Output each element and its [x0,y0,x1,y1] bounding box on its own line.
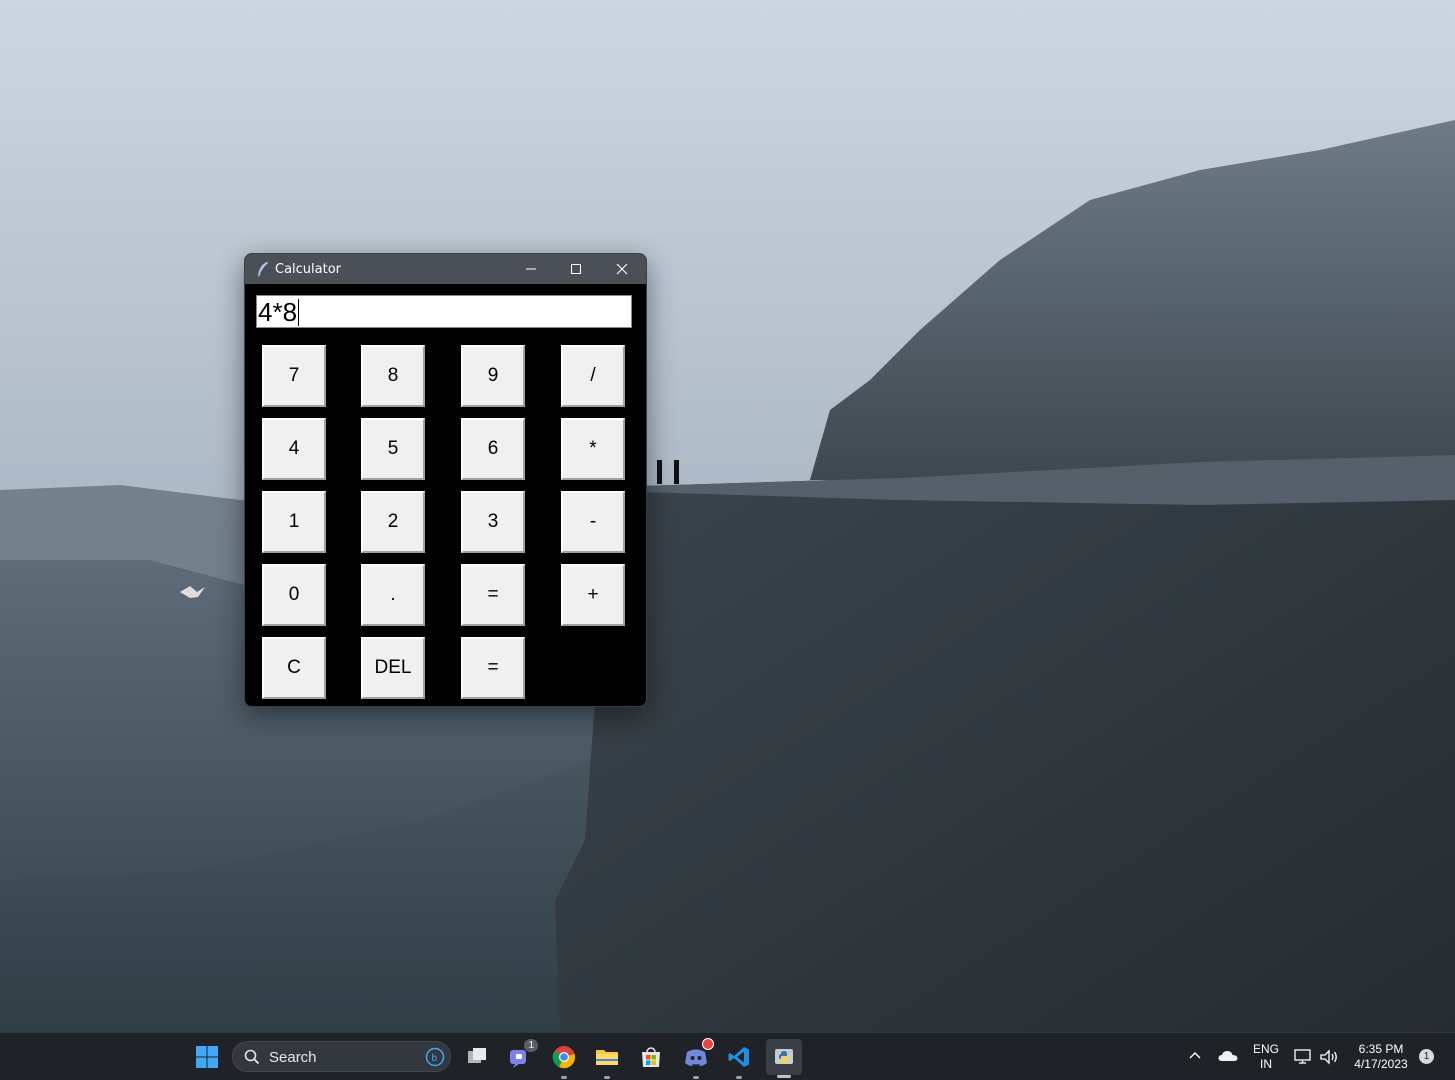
calculator-window: Calculator 4*8 7 8 9 / 4 5 6 * 1 2 3- 0. = + C DEL = [244,253,647,707]
taskbar-search-box[interactable]: Search b [232,1041,451,1072]
search-placeholder: Search [269,1049,317,1066]
key-button[interactable]: * [561,418,625,480]
onedrive-button[interactable] [1217,1047,1239,1065]
folder-icon [596,1050,618,1065]
running-indicator [604,1076,610,1079]
windows-logo-icon [196,1046,218,1068]
desktop: Calculator 4*8 7 8 9/4 5 6 * 1 2 3-0. = + C DEL = [0,0,1455,1080]
discord-notification-dot [702,1038,714,1050]
running-indicator [736,1076,742,1079]
chrome-icon [552,1046,575,1069]
key-button[interactable]: 1 [262,491,326,553]
key-button[interactable]: 0 [262,564,326,626]
show-hidden-icons-button[interactable] [1186,1047,1204,1065]
close-icon [616,263,628,275]
clock[interactable]: 6:35 PM 4/17/2023 [1349,1042,1413,1072]
cloud-icon [1218,1051,1238,1061]
close-button[interactable] [599,254,645,284]
key-button[interactable]: = [461,564,525,626]
key-button[interactable]: 4 [262,418,326,480]
python-icon [775,1049,793,1064]
key-button[interactable]: = [461,637,525,699]
title-bar[interactable]: Calculator [245,254,646,284]
task-view-icon [468,1048,486,1063]
maximize-icon [571,264,581,274]
chrome-button[interactable] [548,1041,580,1079]
minimize-icon [526,268,536,270]
store-bag-icon [642,1047,660,1067]
language-region: IN [1260,1057,1272,1071]
running-indicator [693,1076,699,1079]
network-icon [1294,1049,1311,1064]
language-code: ENG [1252,1042,1279,1056]
vscode-icon [728,1047,749,1067]
volume-icon [1320,1049,1337,1065]
key-button[interactable]: C [262,637,326,699]
start-button[interactable] [191,1041,223,1073]
key-button[interactable]: 6 [461,418,525,480]
feather-app-icon [257,261,269,277]
quick-settings-button[interactable] [1293,1046,1345,1068]
expression-display-input[interactable]: 4*8 [256,295,632,328]
key-button[interactable]: 9 [461,345,525,407]
file-explorer-button[interactable] [591,1041,623,1079]
key-button[interactable]: 2 [361,491,425,553]
key-button[interactable]: . [361,564,425,626]
search-icon [244,1049,260,1065]
clock-time: 6:35 PM [1358,1042,1404,1056]
key-button[interactable]: 8 [361,345,425,407]
key-button[interactable]: - [561,491,625,553]
key-button[interactable]: 5 [361,418,425,480]
discord-button[interactable] [680,1038,714,1079]
key-button[interactable]: 3 [461,491,525,553]
window-title: Calculator [275,262,342,277]
key-button[interactable]: + [561,564,625,626]
wallpaper [0,0,1455,1080]
notification-count: 1 [1423,1051,1430,1062]
teams-chat-button[interactable]: 1 [504,1039,538,1073]
text-caret [298,299,300,326]
svg-text:b: b [432,1053,438,1064]
key-button[interactable]: DEL [361,637,425,699]
taskbar: Search b 1 ENG IN 6:35 PM 4/17/2023 1 [0,1032,1455,1080]
running-indicator [561,1076,567,1079]
active-indicator [777,1075,791,1078]
display-value-text: 4*8 [258,297,298,327]
teams-notification-badge: 1 [524,1039,538,1052]
notification-center-button[interactable]: 1 [1419,1049,1434,1064]
clock-date: 4/17/2023 [1354,1057,1408,1071]
key-button[interactable]: / [561,345,625,407]
microsoft-store-button[interactable] [635,1041,667,1073]
chevron-up-icon [1189,1052,1201,1059]
display-value: 4*8 [258,297,300,327]
python-calculator-taskbar-button[interactable] [766,1039,802,1078]
vscode-button[interactable] [723,1041,755,1079]
maximize-button[interactable] [553,254,599,284]
bing-chat-icon: b [425,1047,445,1067]
minimize-button[interactable] [508,254,554,284]
key-button[interactable]: 7 [262,345,326,407]
task-view-button[interactable] [461,1041,493,1073]
input-language-indicator[interactable]: ENG IN [1250,1042,1282,1072]
